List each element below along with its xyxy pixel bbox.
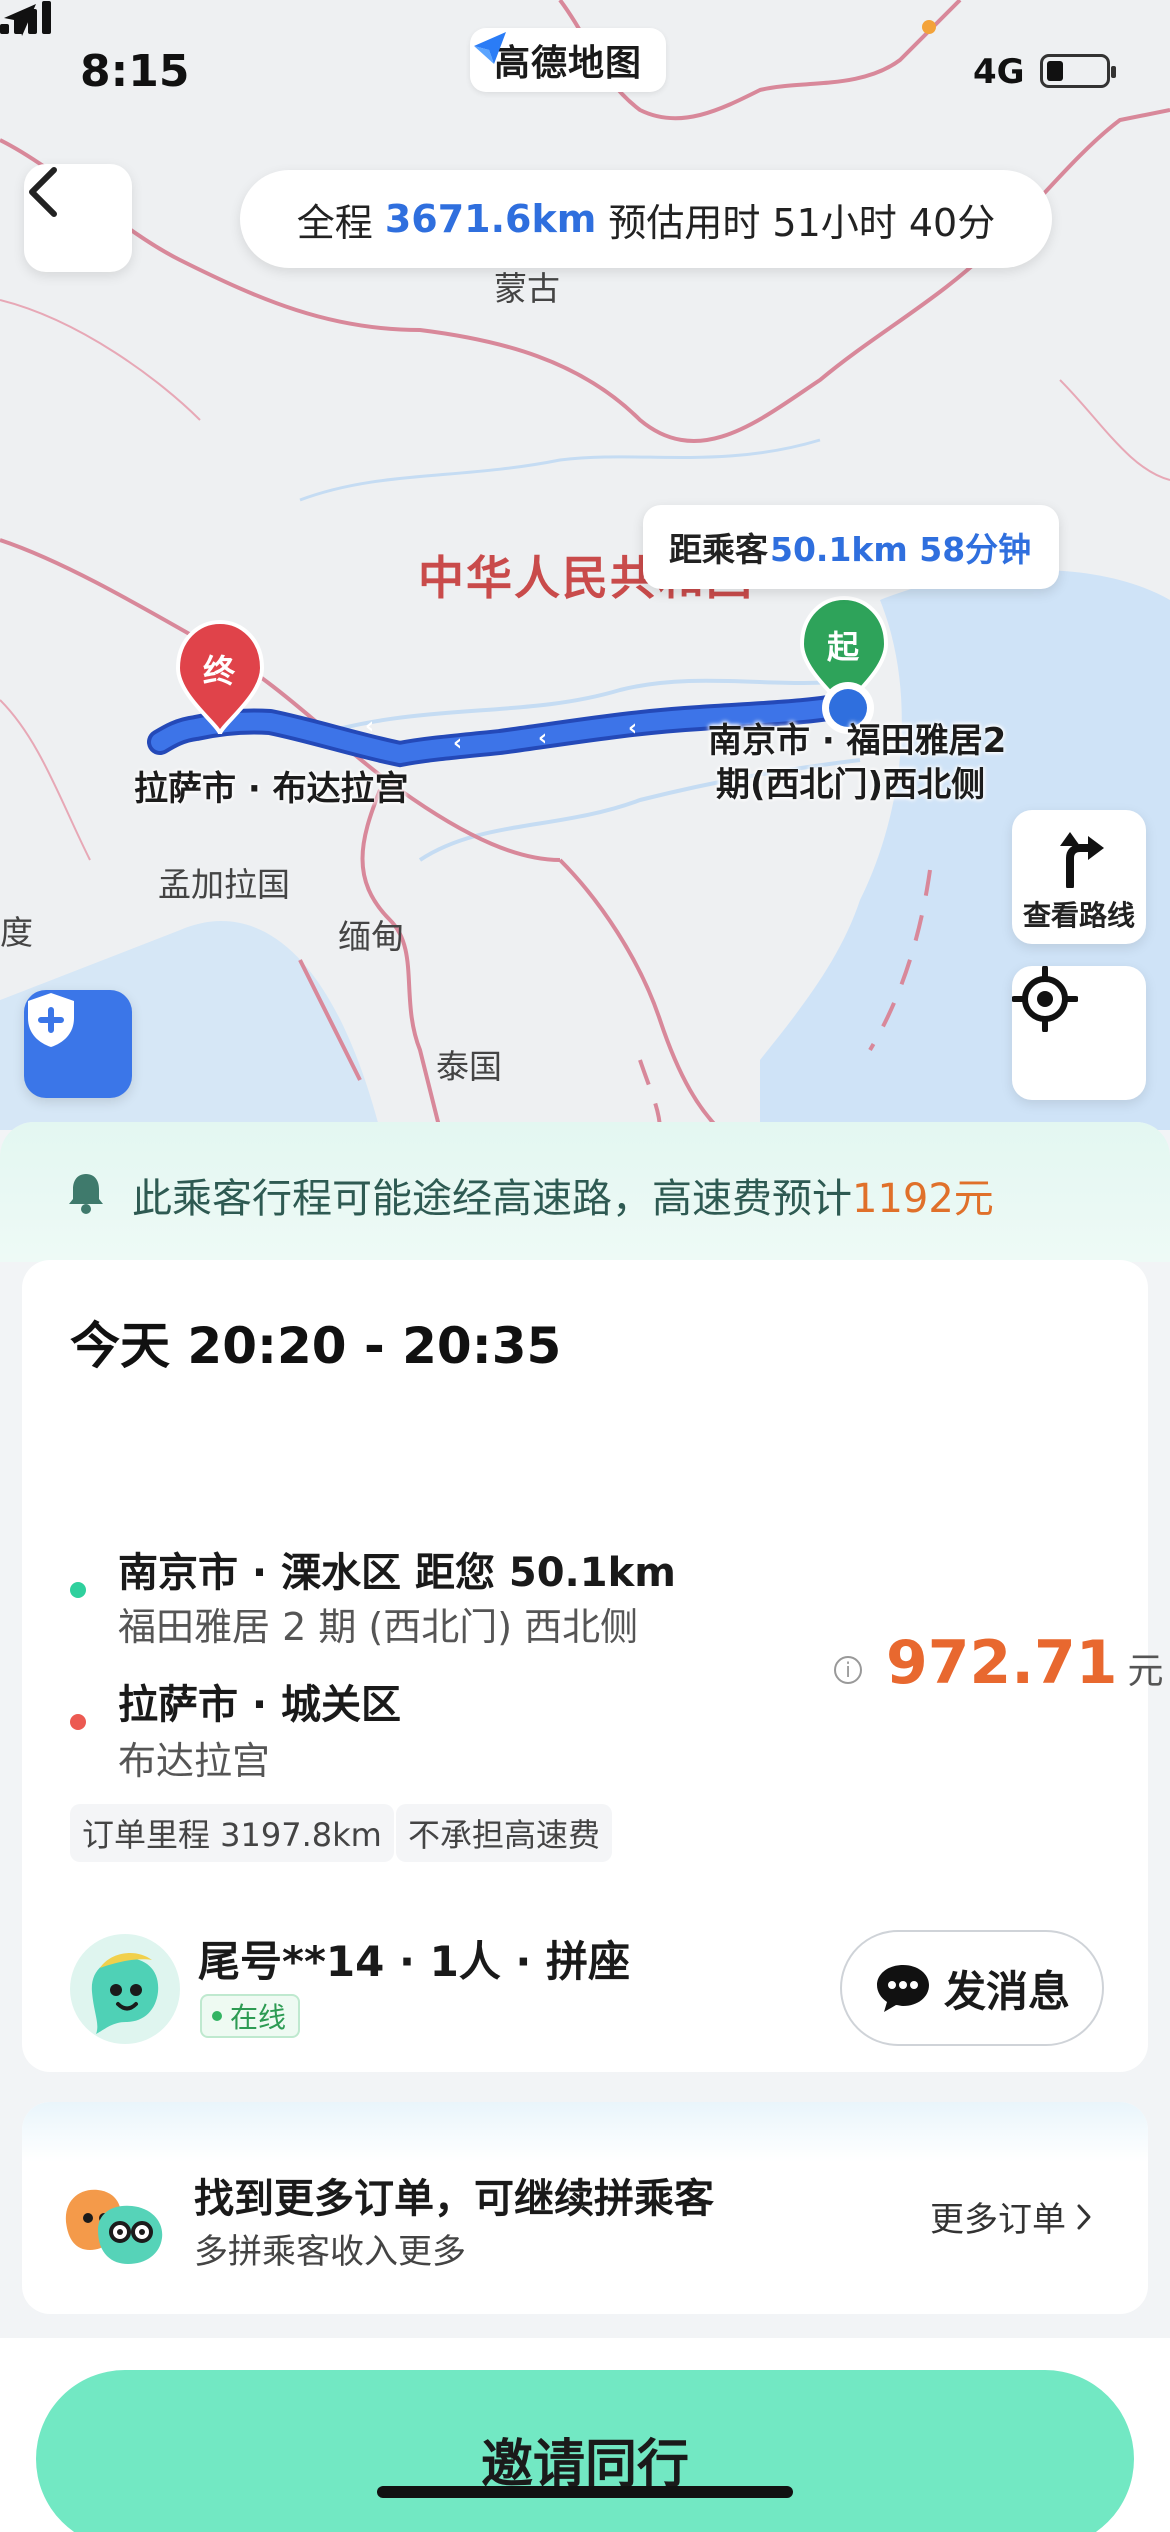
- shield-icon: [28, 993, 74, 1047]
- app-name: 高德地图: [494, 43, 643, 84]
- send-message-label: 发消息: [943, 1966, 1070, 2016]
- pickup-dot: [70, 1582, 86, 1598]
- end-marker-label: 终: [203, 652, 236, 690]
- route-summary-prefix: 全程: [296, 200, 373, 245]
- price-amount: 972.71: [886, 1628, 1118, 1698]
- route-summary: 全程 3671.6km 预估用时 51小时 40分: [240, 170, 1052, 268]
- status-bar: 8:15 高德地图 4G: [0, 0, 1170, 150]
- bell-icon: [69, 1174, 103, 1214]
- svg-text:‹: ‹: [453, 731, 462, 756]
- recording-dot: [922, 20, 936, 34]
- toll-notice: 此乘客行程可能途经高速路，高速费预计1192元: [0, 1122, 1170, 1262]
- send-message-button[interactable]: 发消息: [840, 1930, 1104, 2046]
- view-route-label: 查看路线: [1022, 899, 1135, 932]
- status-time: 8:15: [80, 46, 190, 97]
- mascot-avatar-icon: [91, 1953, 159, 2034]
- chat-bubble-icon: [876, 1965, 929, 2012]
- card-glow: [22, 2102, 1148, 2162]
- order-time: 今天 20:20 - 20:35: [70, 1317, 562, 1375]
- map-label-thailand: 泰国: [436, 1047, 502, 1086]
- invite-button[interactable]: 邀请同行: [36, 2370, 1134, 2532]
- more-orders-subtitle: 多拼乘客收入更多: [194, 2232, 466, 2272]
- distance-bubble-value: 50.1km 58分钟: [770, 530, 1032, 569]
- route-turn-icon: [1060, 832, 1104, 888]
- locate-button[interactable]: [1012, 966, 1146, 1100]
- price-unit: 元: [1127, 1651, 1164, 1692]
- passenger-name: 尾号**14 · 1人 · 拼座: [198, 1937, 630, 1986]
- amap-logo-icon: [474, 32, 506, 64]
- crosshair-icon: [1012, 966, 1078, 1032]
- more-orders-link[interactable]: 更多订单: [930, 2192, 1092, 2241]
- more-orders-link-label: 更多订单: [930, 2200, 1066, 2240]
- app-indicator[interactable]: 高德地图: [470, 28, 667, 92]
- home-indicator[interactable]: [377, 2486, 793, 2498]
- pickup-detail: 福田雅居 2 期 (西北门) 西北侧: [118, 1605, 639, 1649]
- carpool-mascots-icon: [65, 2189, 163, 2264]
- toll-notice-message: 此乘客行程可能途经高速路，高速费预计: [132, 1176, 852, 1222]
- dropoff-dot: [70, 1714, 86, 1730]
- back-button[interactable]: [24, 164, 132, 272]
- map-label-mongolia: 蒙古: [494, 269, 560, 308]
- view-route-button[interactable]: 查看路线: [1012, 810, 1146, 944]
- chevron-left-icon: [29, 167, 57, 217]
- passenger-avatar: [70, 1934, 180, 2044]
- svg-text:‹: ‹: [628, 716, 637, 741]
- order-sheet: 此乘客行程可能途经高速路，高速费预计1192元 今天 20:20 - 20:35…: [0, 1122, 1170, 2532]
- network-type: 4G: [973, 52, 1025, 92]
- map-label-india-partial: 度: [0, 913, 33, 952]
- passenger-distance-bubble: 距乘客 50.1km 58分钟: [643, 505, 1059, 589]
- tag-no-toll: 不承担高速费: [396, 1804, 613, 1862]
- route-map[interactable]: ‹ ‹ ‹ ‹ 终 起 蒙古 中华人民共和国 孟加拉国 缅甸 泰国 度 拉萨市 …: [0, 0, 1170, 1130]
- pickup-title: 南京市 · 溧水区 距您 50.1km: [118, 1550, 676, 1596]
- toll-notice-text: 此乘客行程可能途经高速路，高速费预计1192元: [132, 1166, 994, 1224]
- safety-button[interactable]: [24, 990, 132, 1098]
- svg-text:‹: ‹: [365, 714, 374, 739]
- start-place-label-line2: 期(西北门)西北侧: [716, 765, 986, 805]
- end-place-label: 拉萨市 · 布达拉宫: [134, 769, 409, 809]
- more-orders-title: 找到更多订单，可继续拼乘客: [194, 2176, 714, 2222]
- chevron-right-icon: [1077, 2204, 1091, 2229]
- online-status-badge: 在线: [200, 1994, 301, 2038]
- info-icon[interactable]: i: [834, 1656, 862, 1684]
- battery-icon: [1040, 54, 1116, 88]
- route-total-distance: 3671.6km: [384, 197, 597, 241]
- order-card[interactable]: 今天 20:20 - 20:35 南京市 · 溧水区 距您 50.1km 福田雅…: [22, 1260, 1164, 2072]
- tag-order-mileage: 订单里程 3197.8km: [70, 1804, 394, 1862]
- order-price[interactable]: i 972.71 元: [834, 1628, 1164, 1698]
- dropoff-title: 拉萨市 · 城关区: [118, 1682, 402, 1728]
- toll-fee: 1192元: [852, 1176, 994, 1222]
- more-orders-card[interactable]: 找到更多订单，可继续拼乘客 多拼乘客收入更多 更多订单: [22, 2102, 1148, 2314]
- distance-bubble-prefix: 距乘客: [669, 530, 768, 569]
- start-marker-label: 起: [827, 628, 860, 666]
- dropoff-detail: 布达拉宫: [118, 1739, 271, 1783]
- footer-bar: 邀请同行: [0, 2338, 1170, 2532]
- svg-text:‹: ‹: [538, 726, 547, 751]
- route-eta: 预估用时 51小时 40分: [608, 200, 996, 245]
- map-label-bangladesh: 孟加拉国: [158, 865, 290, 904]
- start-place-label-line1: 南京市 · 福田雅居2: [708, 721, 1007, 761]
- map-label-myanmar: 缅甸: [338, 917, 404, 956]
- signal-icon: [0, 1, 51, 34]
